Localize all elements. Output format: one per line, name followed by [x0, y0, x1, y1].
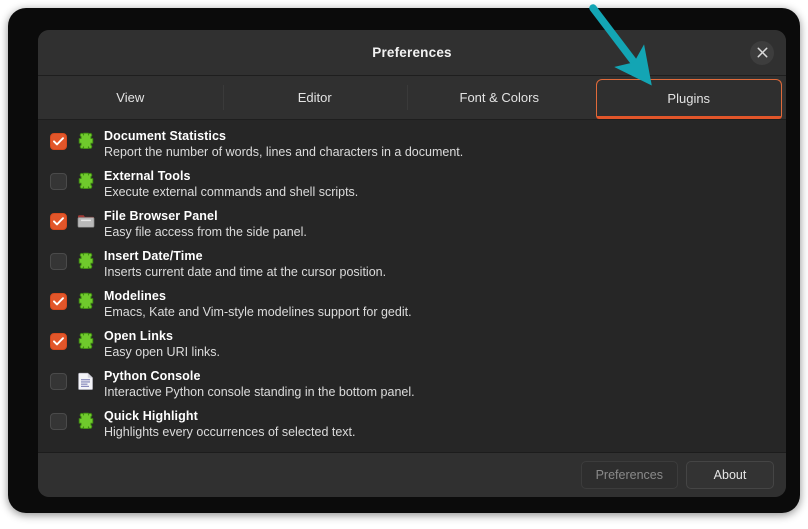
plugin-name: Python Console [104, 369, 201, 383]
puzzle-piece-icon [76, 331, 96, 351]
plugin-name: File Browser Panel [104, 209, 218, 223]
plugin-description: Interactive Python console standing in t… [104, 384, 415, 399]
puzzle-piece-icon [76, 171, 96, 191]
plugin-text: External Tools Execute external commands … [104, 169, 358, 199]
puzzle-piece-icon [76, 131, 96, 151]
plugin-preferences-label: Preferences [595, 468, 663, 482]
puzzle-piece-icon [76, 411, 96, 431]
plugin-description: Highlights every occurrences of selected… [104, 424, 356, 439]
plugin-about-label: About [713, 468, 747, 482]
plugin-description: Easy file access from the side panel. [104, 224, 307, 239]
plugin-enable-checkbox[interactable] [50, 293, 67, 310]
plugin-text: File Browser Panel Easy file access from … [104, 209, 307, 239]
plugin-name: External Tools [104, 169, 191, 183]
plugin-text: Insert Date/Time Inserts current date and… [104, 249, 386, 279]
plugin-text: Document Statistics Report the number of … [104, 129, 463, 159]
tab-font-and-colors-label: Font & Colors [459, 90, 539, 105]
plugin-text: Quick Highlight Highlights every occurren… [104, 409, 356, 439]
plugin-list-scroll-area[interactable]: Document Statistics Report the number of … [38, 120, 786, 453]
puzzle-piece-icon [76, 291, 96, 311]
close-button[interactable] [750, 40, 774, 65]
plugin-description: Execute external commands and shell scri… [104, 184, 359, 199]
plugin-enable-checkbox[interactable] [50, 333, 67, 350]
plugin-row[interactable]: Document Statistics Report the number of … [38, 125, 786, 165]
plugin-text: Python Console Interactive Python console… [104, 369, 415, 399]
plugin-enable-checkbox[interactable] [50, 173, 67, 190]
folder-icon [76, 211, 96, 231]
tab-plugins-label: Plugins [667, 90, 711, 106]
close-icon [757, 47, 768, 58]
screenshot-root: Preferences View Editor Font & Colors Pl… [0, 0, 808, 529]
page-title: Preferences [372, 45, 452, 60]
plugin-row[interactable]: Modelines Emacs, Kate and Vim-style model… [38, 285, 786, 325]
dialog-footer: Preferences About [38, 453, 786, 497]
tab-editor-label: Editor [297, 90, 332, 105]
plugin-enable-checkbox[interactable] [50, 373, 67, 390]
plugin-description: Easy open URI links. [104, 344, 221, 359]
window-frame: Preferences View Editor Font & Colors Pl… [8, 8, 800, 513]
plugin-text: Open Links Easy open URI links. [104, 329, 220, 359]
tab-font-and-colors[interactable]: Font & Colors [407, 76, 592, 119]
plugin-row[interactable]: Python Console Interactive Python console… [38, 365, 786, 405]
tab-view-label: View [116, 90, 145, 105]
puzzle-piece-icon [76, 251, 96, 271]
plugin-row[interactable]: File Browser Panel Easy file access from … [38, 205, 786, 245]
plugin-name: Document Statistics [104, 129, 227, 143]
document-icon [76, 371, 96, 391]
plugin-row[interactable]: External Tools Execute external commands … [38, 165, 786, 205]
plugin-row[interactable]: Open Links Easy open URI links. [38, 325, 786, 365]
plugin-name: Modelines [104, 289, 167, 303]
plugin-text: Modelines Emacs, Kate and Vim-style model… [104, 289, 412, 319]
plugin-about-button[interactable]: About [686, 461, 774, 489]
plugin-row[interactable]: Quick Highlight Highlights every occurren… [38, 405, 786, 445]
plugin-enable-checkbox[interactable] [50, 413, 67, 430]
plugin-description: Emacs, Kate and Vim-style modelines supp… [104, 304, 412, 319]
plugin-list: Document Statistics Report the number of … [38, 120, 786, 445]
plugin-enable-checkbox[interactable] [50, 133, 67, 150]
plugin-description: Report the number of words, lines and ch… [104, 144, 464, 159]
plugin-enable-checkbox[interactable] [50, 213, 67, 230]
plugin-name: Quick Highlight [104, 409, 198, 423]
plugin-name: Open Links [104, 329, 174, 343]
tab-view[interactable]: View [38, 76, 223, 119]
tab-bar: View Editor Font & Colors Plugins [38, 76, 786, 120]
plugin-name: Insert Date/Time [104, 249, 203, 263]
tab-editor[interactable]: Editor [222, 76, 408, 119]
preferences-dialog: Preferences View Editor Font & Colors Pl… [38, 30, 786, 497]
plugin-preferences-button[interactable]: Preferences [580, 461, 678, 489]
dialog-titlebar: Preferences [38, 30, 786, 76]
plugin-row[interactable]: Insert Date/Time Inserts current date and… [38, 245, 786, 285]
plugin-enable-checkbox[interactable] [50, 253, 67, 270]
plugin-description: Inserts current date and time at the cur… [104, 264, 387, 279]
tab-plugins[interactable]: Plugins [595, 79, 782, 119]
